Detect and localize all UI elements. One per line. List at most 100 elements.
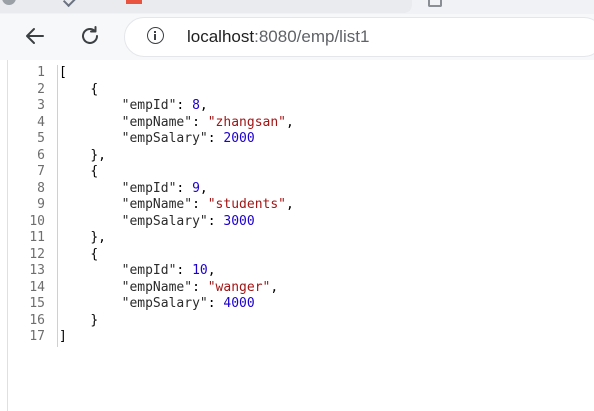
json-token-punc: : [207, 296, 224, 311]
json-token-punc: , [199, 180, 208, 196]
json-token-num: 3000 [223, 213, 255, 229]
json-token-punc: } [90, 312, 99, 328]
json-token-punc: }, [90, 147, 106, 163]
code-line: 8 "empId": 9, [8, 181, 294, 198]
code-line: 9 "empName": "students", [8, 197, 294, 214]
json-token-key: "empSalary" [121, 296, 208, 311]
code-line: 3 "empId": 8, [8, 98, 294, 115]
code-line: 14 "empName": "wanger", [8, 280, 294, 297]
json-token-punc: { [90, 81, 99, 97]
code-line: 17] [8, 329, 294, 346]
json-token-key: "empId" [121, 98, 177, 113]
json-token-num: 10 [192, 263, 208, 278]
line-number: 2 [37, 81, 45, 97]
json-token-num: 8 [192, 98, 200, 113]
reload-icon [82, 26, 98, 44]
json-token-key: "empSalary" [121, 213, 208, 229]
address-bar[interactable]: localhost:8080/emp/list1 [124, 17, 594, 57]
json-token-punc: : [192, 279, 208, 295]
active-tab[interactable] [0, 0, 412, 13]
url-text[interactable]: localhost:8080/emp/list1 [187, 27, 369, 47]
code-text: }, [51, 230, 106, 247]
json-token-punc: : [207, 131, 224, 146]
code-line: 10 "empSalary": 3000 [8, 214, 294, 231]
line-number: 9 [37, 197, 45, 212]
json-token-key: "empId" [121, 180, 177, 196]
gutter-divider [57, 65, 58, 347]
json-token-punc: }, [90, 230, 106, 245]
line-number: 6 [37, 147, 45, 163]
json-token-punc: , [286, 114, 294, 130]
json-token-punc: : [192, 197, 208, 212]
json-token-key: "empName" [121, 197, 193, 212]
json-token-str: "wanger" [207, 279, 271, 295]
line-number: 4 [37, 114, 45, 130]
json-token-punc: , [199, 98, 208, 113]
code-line: 4 "empName": "zhangsan", [8, 115, 294, 132]
json-token-punc: , [270, 279, 279, 295]
code-text: "empName": "zhangsan", [51, 115, 294, 132]
code-text: "empName": "students", [51, 197, 294, 214]
code-text: [ [51, 65, 67, 82]
line-number: 8 [37, 180, 45, 196]
line-number: 3 [37, 98, 45, 113]
tab-favicon-icon [126, 0, 142, 4]
json-token-punc: , [207, 263, 216, 278]
code-text: "empId": 9, [51, 181, 208, 198]
back-button[interactable] [19, 20, 51, 52]
code-line: 12 { [8, 247, 294, 264]
code-line: 11 }, [8, 230, 294, 247]
profile-icon[interactable] [2, 0, 16, 5]
json-token-num: 4000 [223, 296, 255, 311]
code-line: 7 { [8, 164, 294, 181]
code-text: { [51, 247, 98, 264]
line-number: 12 [29, 246, 45, 262]
tab-action-icon[interactable] [428, 0, 442, 7]
code-text: "empName": "wanger", [51, 279, 279, 297]
url-host: localhost [187, 27, 255, 46]
code-text: ] [51, 329, 67, 346]
page-content: 1[2 {3 "empId": 8, 4 "empName": "zhangsan… [0, 60, 594, 411]
json-token-num: 9 [192, 180, 200, 196]
code-line: 1[ [8, 65, 294, 82]
json-token-punc: : [176, 98, 193, 113]
json-token-punc: { [90, 246, 99, 262]
code-text: "empId": 8, [51, 98, 208, 115]
code-text: { [51, 164, 98, 181]
json-token-str: "zhangsan" [207, 114, 287, 130]
code-line: 6 }, [8, 148, 294, 165]
line-number: 17 [29, 329, 45, 344]
json-token-key: "empId" [121, 263, 177, 278]
browser-window: localhost:8080/emp/list1 1[2 {3 "empId":… [0, 0, 594, 411]
json-token-str: "students" [207, 197, 287, 212]
code-text: { [51, 82, 98, 99]
json-token-punc: ] [59, 329, 67, 344]
reload-button[interactable] [74, 20, 106, 52]
line-number: 5 [37, 131, 45, 146]
json-token-punc: , [286, 197, 294, 212]
info-icon[interactable] [147, 27, 164, 44]
line-number: 10 [29, 213, 45, 229]
line-number: 13 [29, 263, 45, 278]
code-text: "empId": 10, [51, 263, 216, 280]
json-token-key: "empName" [121, 279, 193, 295]
line-number: 14 [29, 279, 45, 295]
json-token-punc: { [90, 164, 99, 179]
check-icon [62, 0, 78, 8]
tab-strip [0, 0, 594, 14]
code-text: "empSalary": 2000 [51, 131, 255, 148]
json-token-num: 2000 [223, 131, 255, 146]
browser-toolbar: localhost:8080/emp/list1 [0, 14, 594, 60]
code-text: "empSalary": 4000 [51, 296, 255, 313]
code-text: } [51, 313, 98, 330]
line-number: 1 [37, 65, 45, 80]
line-number: 16 [29, 312, 45, 328]
url-path: :8080/emp/list1 [254, 27, 370, 46]
line-number: 15 [29, 296, 45, 311]
code-text: }, [51, 148, 106, 165]
line-number: 7 [37, 164, 45, 179]
code-text: "empSalary": 3000 [51, 214, 255, 231]
json-token-punc: [ [59, 65, 67, 80]
arrow-left-icon [26, 28, 44, 44]
json-viewer: 1[2 {3 "empId": 8, 4 "empName": "zhangsan… [8, 65, 294, 347]
